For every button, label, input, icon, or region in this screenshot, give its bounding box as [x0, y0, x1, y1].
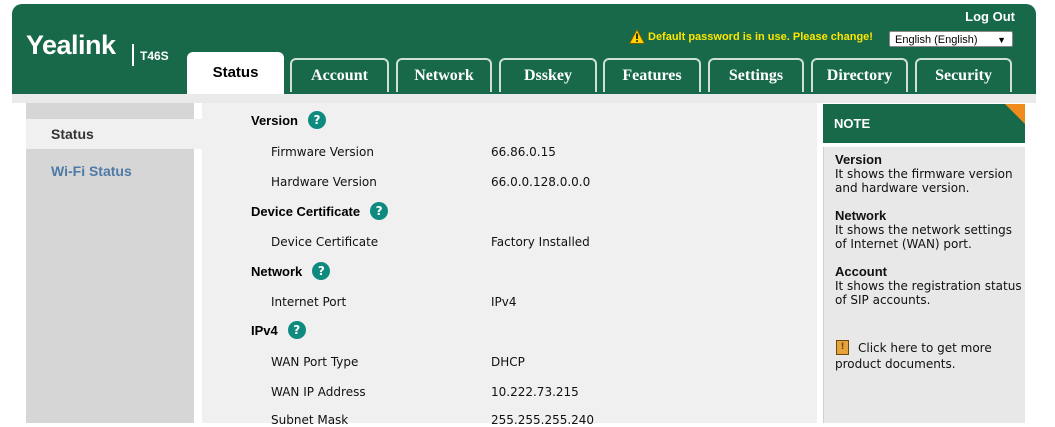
left-menu-item-wifi-status[interactable]: Wi-Fi Status: [51, 163, 132, 179]
note-item-title: Network: [835, 208, 887, 223]
section-title: Version: [251, 112, 298, 128]
field-value: 66.0.0.128.0.0.0: [491, 175, 591, 189]
document-icon[interactable]: !: [836, 340, 849, 355]
note-item-text: of SIP accounts.: [835, 293, 931, 307]
language-select-value: English (English): [895, 34, 978, 46]
product-documents-link-cont[interactable]: product documents.: [835, 357, 956, 371]
note-item-version: Version It shows the firmware version an…: [835, 152, 1013, 196]
help-icon[interactable]: ?: [307, 111, 326, 129]
left-menu: [26, 103, 194, 423]
note-item-account: Account It shows the registration status…: [835, 264, 1022, 308]
field-value: 10.222.73.215: [491, 385, 579, 399]
field-value: IPv4: [491, 295, 517, 309]
help-icon[interactable]: ?: [287, 321, 306, 339]
tab-network[interactable]: Network: [396, 58, 492, 92]
help-icon[interactable]: ?: [312, 262, 331, 280]
note-corner-decoration: [1005, 104, 1025, 124]
tab-settings[interactable]: Settings: [708, 58, 804, 92]
section-title: Device Certificate: [251, 203, 361, 219]
field-label: Internet Port: [271, 295, 347, 309]
logo-separator: [132, 44, 134, 66]
section-ipv4: IPv4 ?: [251, 321, 306, 339]
note-header: NOTE: [823, 104, 1025, 143]
tab-dsskey[interactable]: Dsskey: [499, 58, 597, 92]
field-label: Hardware Version: [271, 175, 377, 189]
field-value: 66.86.0.15: [491, 145, 556, 159]
note-item-title: Account: [835, 264, 887, 279]
tab-security[interactable]: Security: [915, 58, 1012, 92]
note-item-network: Network It shows the network settings of…: [835, 208, 1013, 252]
field-value: 255.255.255.240: [491, 413, 595, 427]
field-label: WAN IP Address: [271, 385, 366, 399]
note-item-text: and hardware version.: [835, 181, 970, 195]
tab-directory[interactable]: Directory: [811, 58, 908, 92]
field-label: Subnet Mask: [271, 413, 349, 427]
tab-status[interactable]: Status: [187, 52, 284, 94]
left-menu-item-status[interactable]: Status: [26, 119, 202, 149]
section-version: Version ?: [251, 111, 326, 129]
tab-features[interactable]: Features: [603, 58, 701, 92]
language-select[interactable]: English (English) ▼: [889, 31, 1013, 47]
field-value: DHCP: [491, 355, 525, 369]
section-title: IPv4: [251, 322, 278, 338]
note-item-text: It shows the firmware version: [835, 167, 1013, 181]
field-value: Factory Installed: [491, 235, 590, 249]
note-item-title: Version: [835, 152, 882, 167]
warning-icon: [629, 29, 645, 44]
product-documents-link[interactable]: Click here to get more: [858, 341, 992, 355]
note-item-text: of Internet (WAN) port.: [835, 237, 972, 251]
header-bottom-band: [12, 94, 1036, 103]
field-label: Firmware Version: [271, 145, 374, 159]
brand-logo: Yealink: [26, 30, 116, 60]
section-title: Network: [251, 263, 303, 279]
note-item-text: It shows the network settings: [835, 223, 1013, 237]
field-label: Device Certificate: [271, 235, 379, 249]
field-label: WAN Port Type: [271, 355, 359, 369]
chevron-down-icon: ▼: [997, 35, 1006, 45]
logout-link[interactable]: Log Out: [965, 9, 1015, 24]
warning-text[interactable]: Default password is in use. Please chang…: [648, 31, 873, 43]
default-password-warning: Default password is in use. Please chang…: [629, 29, 873, 44]
note-item-text: It shows the registration status: [835, 279, 1022, 293]
tab-account[interactable]: Account: [290, 58, 389, 92]
help-icon[interactable]: ?: [370, 202, 389, 220]
section-network: Network ?: [251, 262, 331, 280]
section-device-certificate: Device Certificate ?: [251, 202, 389, 220]
model-label: T46S: [140, 49, 169, 63]
